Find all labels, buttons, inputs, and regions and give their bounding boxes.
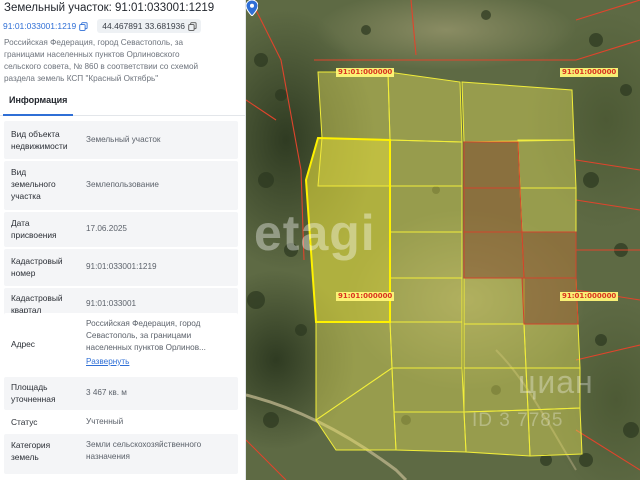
row-label-line: земельного <box>11 179 56 190</box>
row-value: Землепользование <box>86 179 226 191</box>
row-label: Статус <box>11 416 81 428</box>
row-label: Вид объекта недвижимости <box>11 128 81 152</box>
coordinates-text: 44.467891 33.681936 <box>102 21 186 31</box>
cadastral-map[interactable]: 91:01:000000 91:01:000000 91:01:000000 9… <box>246 0 640 480</box>
row-value: Учтенный <box>86 416 226 428</box>
row-label-line: участка <box>11 191 41 202</box>
location-pin-icon[interactable] <box>246 0 258 16</box>
cadastral-number-text: 91:01:033001:1219 <box>3 21 77 31</box>
info-row-area: Площадь уточненная 3 467 кв. м <box>4 377 238 410</box>
row-value-line: Российская Федерация, город <box>86 319 201 328</box>
row-value-line: назначения <box>86 451 130 461</box>
copy-icon[interactable] <box>79 21 88 31</box>
row-label-line: Адрес <box>11 339 35 349</box>
row-label-line: уточненная <box>11 394 56 405</box>
info-row-address: Адрес Российская Федерация, город Севаст… <box>4 313 238 375</box>
row-value: 3 467 кв. м <box>86 387 226 399</box>
row-value-line: 3 467 кв. м <box>86 388 127 397</box>
coordinates-chip[interactable]: 44.467891 33.681936 <box>97 19 202 33</box>
watermark-id: ID 3 7785 <box>472 410 564 431</box>
row-label-line: Категория <box>11 440 51 450</box>
row-value-line: 91:01:033001 <box>86 299 137 308</box>
tab-active-indicator <box>3 114 73 116</box>
row-label-line: Площадь <box>11 382 48 392</box>
row-value: Земли сельскохозяйственного назначения <box>86 439 226 463</box>
row-label: Кадастровый номер <box>11 255 81 279</box>
row-label-line: присвоения <box>11 230 57 241</box>
info-panel: Земельный участок: 91:01:033001:1219 91:… <box>0 0 246 480</box>
address-line: Российская Федерация, город Севастополь,… <box>4 38 184 47</box>
address-block: Российская Федерация, город Севастополь,… <box>4 37 240 85</box>
row-label: Категория земель <box>11 439 81 463</box>
row-value: 17.06.2025 <box>86 223 226 235</box>
row-label-line: Дата <box>11 218 30 228</box>
page-title: Земельный участок: 91:01:033001:1219 <box>4 2 215 14</box>
row-label-line: земель <box>11 452 39 463</box>
row-value-line: Севастополь, за границами <box>86 330 192 340</box>
row-label-line: Вид <box>11 167 27 177</box>
quarter-label: 91:01:000000 <box>560 292 619 301</box>
info-row-assigned-date: Дата присвоения 17.06.2025 <box>4 212 238 247</box>
row-value-line: Учтенный <box>86 417 124 426</box>
row-label: Площадь уточненная <box>11 381 81 405</box>
expand-address-link[interactable]: Развернуть <box>86 356 226 368</box>
row-value-line: 17.06.2025 <box>86 224 127 233</box>
row-label-line: Статус <box>11 417 38 427</box>
row-value-line: населенных пунктов Орлинов... <box>86 342 206 352</box>
row-value: 91:01:033001:1219 <box>86 261 226 273</box>
info-row-object-type: Вид объекта недвижимости Земельный участ… <box>4 121 238 159</box>
row-value: Российская Федерация, город Севастополь,… <box>86 318 226 368</box>
address-line: границами населенных пунктов Орлиновског… <box>4 50 180 60</box>
watermark-brand: циан <box>518 364 594 400</box>
info-row-land-category: Категория земель Земли сельскохозяйствен… <box>4 434 238 474</box>
row-label: Адрес <box>11 338 81 350</box>
quarter-label: 91:01:000000 <box>336 68 395 77</box>
row-label: Дата присвоения <box>11 217 81 241</box>
row-value-line: Земли сельскохозяйственного <box>86 440 202 449</box>
row-value-line: 91:01:033001:1219 <box>86 262 157 271</box>
info-row-status: Статус Учтенный <box>4 412 238 434</box>
info-row-parcel-kind: Вид земельного участка Землепользование <box>4 161 238 210</box>
quarter-label: 91:01:000000 <box>560 68 619 77</box>
address-line: сельского совета, № 860 в соответствии с… <box>4 62 199 72</box>
row-label-line: номер <box>11 268 36 279</box>
row-label-line: Кадастровый <box>11 256 63 266</box>
watermark-logo: etagi <box>254 205 376 261</box>
row-label-line: недвижимости <box>11 141 68 152</box>
row-value: 91:01:033001 <box>86 298 226 310</box>
row-value: Земельный участок <box>86 134 226 146</box>
info-row-cadastral-number: Кадастровый номер 91:01:033001:1219 <box>4 249 238 286</box>
tab-information[interactable]: Информация <box>9 95 67 105</box>
copy-icon[interactable] <box>188 21 197 31</box>
address-line: раздела земель КСП "Красный Октябрь" <box>4 74 159 84</box>
chip-row: 91:01:033001:1219 44.467891 33.681936 <box>3 19 202 33</box>
row-label: Вид земельного участка <box>11 166 81 203</box>
quarter-label: 91:01:000000 <box>336 292 395 301</box>
row-label-line: Вид объекта <box>11 129 60 139</box>
cadastral-number-chip[interactable]: 91:01:033001:1219 <box>3 19 88 33</box>
row-label-line: Кадастровый <box>11 293 63 303</box>
row-value-line: Землепользование <box>86 180 159 189</box>
row-value-line: Земельный участок <box>86 135 161 144</box>
